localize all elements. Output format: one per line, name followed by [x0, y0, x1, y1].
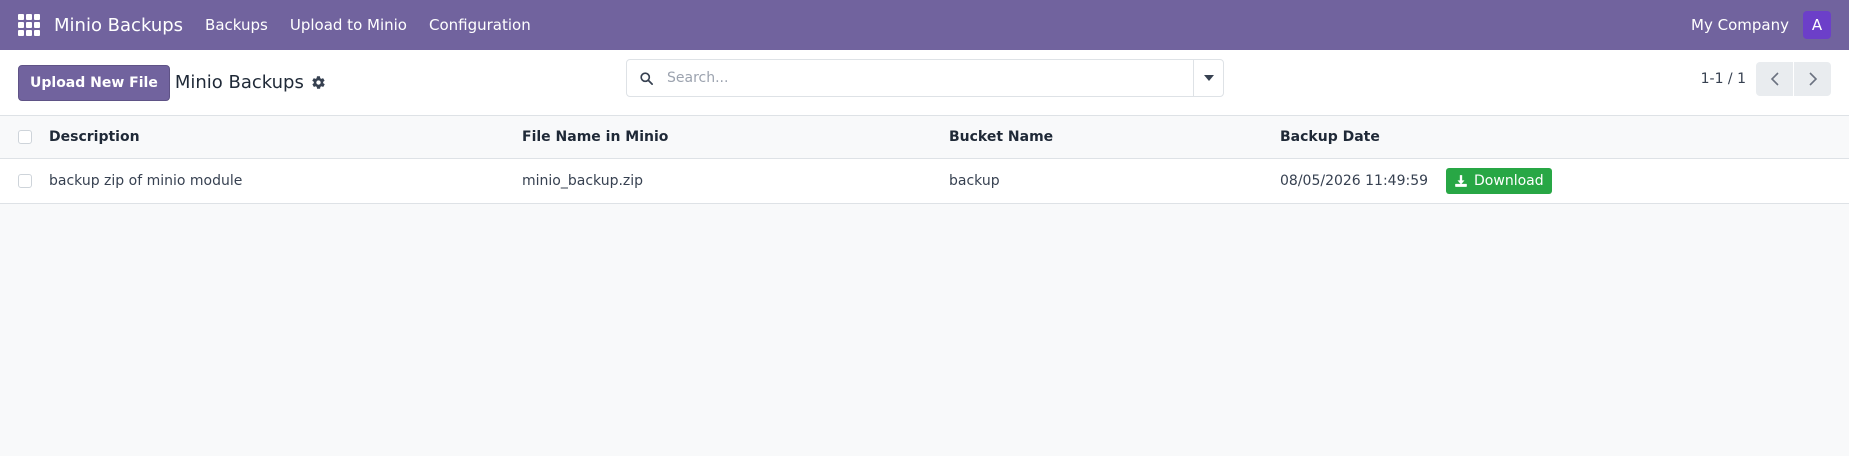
row-checkbox[interactable]: [18, 173, 32, 188]
column-header-bucket-name[interactable]: Bucket Name: [949, 116, 1280, 159]
backups-list-table: Description File Name in Minio Bucket Na…: [0, 116, 1849, 204]
pager-value[interactable]: 1-1 / 1: [1701, 71, 1746, 87]
gear-icon[interactable]: [311, 75, 326, 90]
column-header-file-name[interactable]: File Name in Minio: [522, 116, 949, 159]
control-panel: Upload New File Minio Backups 1-1 / 1: [0, 50, 1849, 116]
cell-bucket[interactable]: backup: [949, 158, 1280, 204]
column-header-backup-date[interactable]: Backup Date: [1280, 116, 1849, 159]
search-bar: [626, 59, 1224, 97]
pager-next-button[interactable]: [1794, 62, 1831, 96]
cell-backup-date[interactable]: 08/05/2026 11:49:59: [1280, 173, 1428, 189]
top-navbar: Minio Backups Backups Upload to Minio Co…: [0, 0, 1849, 50]
backup-date-group: 08/05/2026 11:49:59 Download: [1280, 159, 1849, 203]
pager: 1-1 / 1: [1701, 62, 1831, 96]
user-avatar[interactable]: A: [1803, 11, 1831, 39]
menu-item-configuration[interactable]: Configuration: [429, 16, 531, 34]
pager-previous-button[interactable]: [1756, 62, 1793, 96]
download-button-label: Download: [1474, 172, 1544, 189]
company-switcher[interactable]: My Company: [1691, 16, 1789, 34]
menu-item-backups[interactable]: Backups: [205, 16, 268, 34]
cell-backup-date-wrapper: 08/05/2026 11:49:59 Download: [1280, 158, 1849, 204]
search-input[interactable]: [665, 60, 1193, 96]
caret-down-icon: [1203, 75, 1214, 81]
table-header-row: Description File Name in Minio Bucket Na…: [0, 116, 1849, 159]
select-all-cell: [0, 116, 49, 159]
column-header-description[interactable]: Description: [49, 116, 522, 159]
select-all-checkbox[interactable]: [18, 129, 32, 144]
cell-description[interactable]: backup zip of minio module: [49, 158, 522, 204]
chevron-right-icon: [1808, 72, 1817, 86]
download-icon: [1454, 174, 1468, 188]
search-options-toggle[interactable]: [1193, 60, 1223, 96]
main-menu: Backups Upload to Minio Configuration: [205, 16, 553, 34]
table-row[interactable]: backup zip of minio module minio_backup.…: [0, 158, 1849, 204]
page-title: Minio Backups: [174, 72, 304, 93]
row-select-cell: [0, 158, 49, 204]
app-brand[interactable]: Minio Backups: [54, 15, 183, 36]
upload-new-file-button[interactable]: Upload New File: [18, 64, 170, 101]
download-button[interactable]: Download: [1446, 167, 1552, 194]
chevron-left-icon: [1770, 72, 1779, 86]
navbar-right: My Company A: [1691, 11, 1831, 39]
search-icon: [627, 60, 665, 96]
apps-grid-icon[interactable]: [18, 14, 40, 36]
menu-item-upload-to-minio[interactable]: Upload to Minio: [290, 16, 407, 34]
cell-file-name[interactable]: minio_backup.zip: [522, 158, 949, 204]
